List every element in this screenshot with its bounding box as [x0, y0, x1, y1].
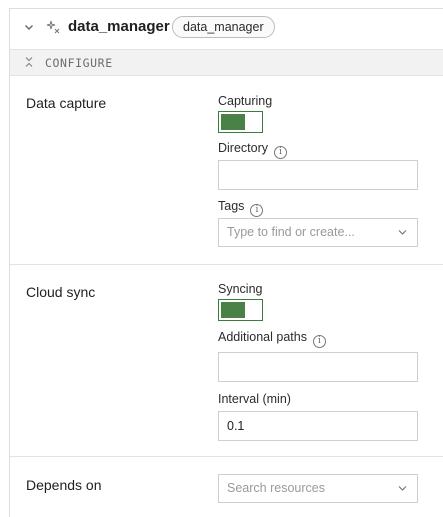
depends-on-placeholder: Search resources — [227, 481, 325, 495]
configure-bar[interactable]: CONFIGURE — [10, 49, 443, 76]
sparkle-icon — [46, 20, 60, 34]
additional-paths-label: Additional paths i — [218, 330, 326, 348]
cloud-sync-title: Cloud sync — [26, 284, 96, 300]
chevron-down-icon[interactable] — [24, 22, 34, 32]
section-divider — [10, 456, 443, 457]
info-icon: i — [312, 335, 326, 348]
tags-placeholder: Type to find or create... — [227, 225, 355, 239]
info-icon: i — [274, 146, 288, 159]
interval-label: Interval (min) — [218, 392, 291, 406]
capturing-toggle[interactable] — [218, 111, 263, 133]
interval-field[interactable]: 0.1 — [218, 411, 418, 441]
tags-label: Tags i — [218, 199, 264, 217]
additional-paths-field[interactable] — [218, 352, 418, 382]
directory-field[interactable] — [218, 160, 418, 190]
directory-label: Directory i — [218, 141, 288, 159]
chevron-down-icon — [398, 486, 407, 491]
chevron-down-icon — [398, 230, 407, 235]
configure-label: CONFIGURE — [45, 56, 113, 70]
syncing-label: Syncing — [218, 282, 263, 296]
depends-on-select[interactable]: Search resources — [218, 474, 418, 503]
component-panel: data_manager data_manager CONFIGURE Data… — [9, 8, 443, 517]
info-icon: i — [250, 204, 264, 217]
tags-select[interactable]: Type to find or create... — [218, 218, 418, 247]
section-divider — [10, 264, 443, 265]
syncing-toggle[interactable] — [218, 299, 263, 321]
depends-on-title: Depends on — [26, 477, 102, 493]
model-badge: data_manager — [172, 16, 275, 38]
component-header: data_manager data_manager — [10, 9, 443, 47]
collapse-icon[interactable] — [24, 56, 34, 68]
data-capture-title: Data capture — [26, 95, 107, 111]
component-title: data_manager — [68, 18, 170, 35]
capturing-label: Capturing — [218, 94, 273, 108]
